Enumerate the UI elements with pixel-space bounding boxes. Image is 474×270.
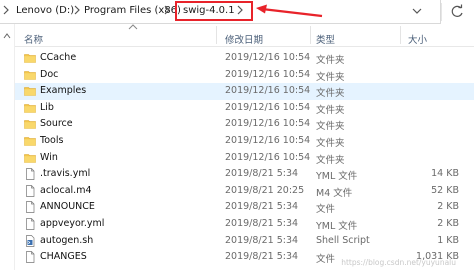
file-name[interactable]: Examples xyxy=(40,85,86,96)
file-name[interactable]: Win xyxy=(40,152,58,163)
address-bar-row: Lenovo (D:) Program Files (x86) swig-4.0… xyxy=(0,0,474,24)
file-type: 文件 xyxy=(316,204,336,216)
navigation-pane[interactable] xyxy=(0,24,15,270)
file-type: 文件 xyxy=(316,254,336,266)
chevron-up-icon[interactable] xyxy=(3,32,11,40)
file-size: 1 KB xyxy=(437,234,459,246)
address-bar[interactable]: Lenovo (D:) Program Files (x86) swig-4.0… xyxy=(0,0,441,24)
file-date: 2019/12/16 10:54 xyxy=(225,52,311,63)
refresh-icon[interactable] xyxy=(441,3,472,21)
file-date: 2019/12/16 10:54 xyxy=(225,135,311,146)
file-size: 2 KB xyxy=(437,201,459,213)
file-type: YML 文件 xyxy=(316,221,358,232)
file-type: 文件夹 xyxy=(316,104,345,116)
sort-ascending-icon xyxy=(128,24,138,30)
file-row[interactable]: Tools 2019/12/16 10:54 文件夹 xyxy=(15,133,474,150)
column-header: 名称 修改日期 类型 大小 xyxy=(15,24,474,47)
file-date: 2019/12/16 10:54 xyxy=(225,85,311,97)
file-type: Shell Script xyxy=(316,234,370,246)
column-name[interactable]: 名称 xyxy=(24,32,43,46)
file-size: 52 KB xyxy=(431,184,459,196)
file-date: 2019/12/16 10:54 xyxy=(225,68,311,80)
file-date: 2019/12/16 10:54 xyxy=(225,151,311,163)
file-row[interactable]: appveyor.yml 2019/8/21 5:34 YML 文件 2 KB xyxy=(15,216,474,233)
column-divider[interactable] xyxy=(310,26,311,44)
file-date: 2019/8/21 5:34 xyxy=(225,251,299,263)
file-row[interactable]: CCache 2019/12/16 10:54 文件夹 xyxy=(15,50,474,67)
file-date: 2019/12/16 10:54 xyxy=(225,118,311,130)
file-name[interactable]: Doc xyxy=(40,69,58,80)
file-icon xyxy=(24,184,36,197)
file-name[interactable]: Tools xyxy=(40,135,63,146)
file-date: 2019/8/21 5:34 xyxy=(225,234,299,246)
file-icon xyxy=(24,201,36,214)
breadcrumb-drive[interactable]: Lenovo (D:) xyxy=(16,5,74,16)
folder-icon xyxy=(24,118,36,130)
folder-icon xyxy=(24,152,36,164)
file-row[interactable]: Doc 2019/12/16 10:54 文件夹 xyxy=(15,67,474,84)
file-type: 文件夹 xyxy=(316,138,345,149)
file-type: 文件夹 xyxy=(316,154,345,166)
file-row[interactable]: Win 2019/12/16 10:54 文件夹 xyxy=(15,150,474,167)
file-name[interactable]: Source xyxy=(40,118,73,129)
script-icon xyxy=(24,234,36,247)
file-icon xyxy=(24,251,36,264)
file-name[interactable]: autogen.sh xyxy=(40,235,93,246)
folder-icon xyxy=(24,69,36,81)
file-name[interactable]: CCache xyxy=(40,52,76,63)
chevron-right-icon[interactable] xyxy=(236,4,244,16)
file-name[interactable]: aclocal.m4 xyxy=(40,185,92,196)
file-name[interactable]: appveyor.yml xyxy=(40,218,104,229)
file-type: 文件夹 xyxy=(316,71,345,83)
chevron-right-icon[interactable] xyxy=(73,4,81,16)
file-name[interactable]: Lib xyxy=(40,102,54,113)
file-size: 14 KB xyxy=(431,168,459,180)
file-row[interactable]: ANNOUNCE 2019/8/21 5:34 文件 2 KB xyxy=(15,199,474,216)
column-divider[interactable] xyxy=(216,26,217,44)
watermark: https://blog.csdn.net/yuyunalu xyxy=(341,258,456,267)
file-date: 2019/8/21 20:25 xyxy=(225,184,305,196)
chevron-right-icon[interactable] xyxy=(163,4,171,16)
folder-icon xyxy=(24,135,36,147)
column-date[interactable]: 修改日期 xyxy=(225,32,263,46)
file-row[interactable]: Lib 2019/12/16 10:54 文件夹 xyxy=(15,100,474,117)
file-row[interactable]: .travis.yml 2019/8/21 5:34 YML 文件 14 KB xyxy=(15,166,474,183)
file-name[interactable]: ANNOUNCE xyxy=(40,201,95,212)
file-type: YML 文件 xyxy=(316,171,358,183)
file-row[interactable]: autogen.sh 2019/8/21 5:34 Shell Script 1 KB xyxy=(15,233,474,250)
column-size[interactable]: 大小 xyxy=(408,32,427,46)
file-name[interactable]: CHANGES xyxy=(40,251,87,262)
folder-icon xyxy=(24,52,36,64)
file-date: 2019/12/16 10:54 xyxy=(225,101,311,113)
file-type: 文件夹 xyxy=(316,121,345,133)
file-type: 文件夹 xyxy=(316,88,345,100)
file-type: 文件夹 xyxy=(316,55,345,66)
folder-icon xyxy=(24,102,36,114)
file-icon xyxy=(24,218,36,230)
file-date: 2019/8/21 5:34 xyxy=(225,201,299,213)
file-row[interactable]: Examples 2019/12/16 10:54 文件夹 xyxy=(15,83,474,100)
annotation-arrow xyxy=(256,4,323,18)
column-divider[interactable] xyxy=(400,26,401,44)
file-size: 2 KB xyxy=(437,218,459,229)
file-icon xyxy=(24,168,36,181)
file-name[interactable]: .travis.yml xyxy=(40,168,90,179)
file-row[interactable]: Source 2019/12/16 10:54 文件夹 xyxy=(15,116,474,133)
file-date: 2019/8/21 5:34 xyxy=(225,168,299,180)
file-type: M4 文件 xyxy=(316,187,353,199)
breadcrumb-current[interactable]: swig-4.0.1 xyxy=(183,5,235,16)
file-row[interactable]: aclocal.m4 2019/8/21 20:25 M4 文件 52 KB xyxy=(15,183,474,200)
file-explorer-window: Lenovo (D:) Program Files (x86) swig-4.0… xyxy=(0,0,474,270)
column-type[interactable]: 类型 xyxy=(316,32,335,46)
address-dropdown-icon[interactable] xyxy=(412,6,422,16)
file-date: 2019/8/21 5:34 xyxy=(225,218,299,229)
folder-icon xyxy=(24,85,36,97)
chevron-right-icon[interactable] xyxy=(2,4,10,16)
